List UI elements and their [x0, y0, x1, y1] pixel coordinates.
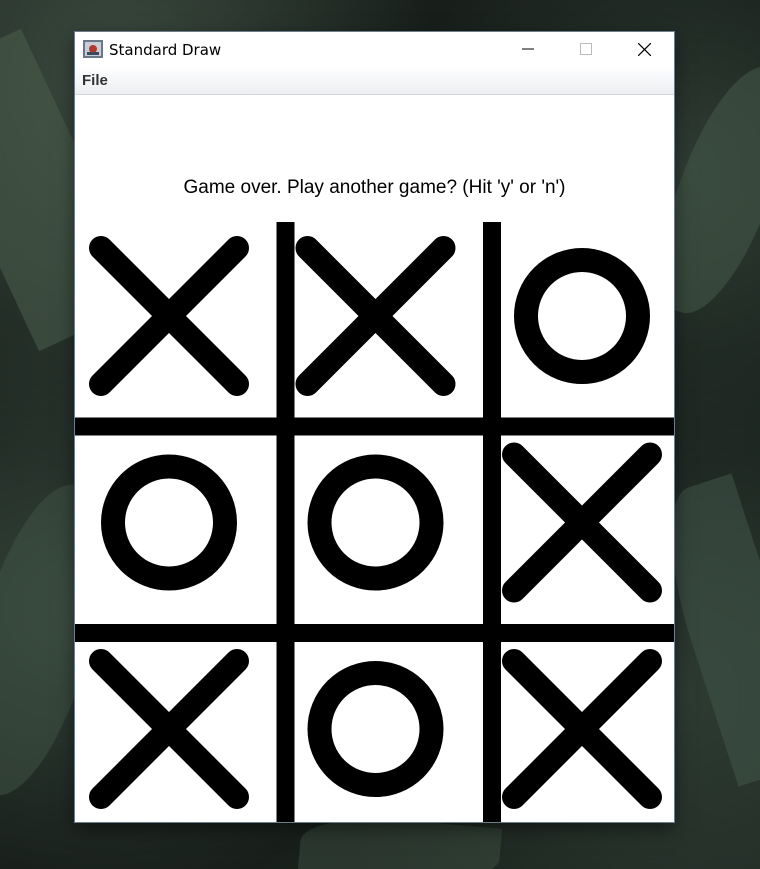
maximize-button[interactable]	[557, 32, 615, 66]
board-cell-0-0[interactable]	[89, 236, 249, 396]
menu-bar: File	[75, 66, 674, 95]
game-status-message: Game over. Play another game? (Hit 'y' o…	[183, 177, 566, 198]
standard-draw-window: Standard Draw File Game over. Play anoth…	[75, 32, 674, 822]
maximize-icon	[580, 43, 592, 55]
close-button[interactable]	[615, 32, 673, 66]
title-bar[interactable]: Standard Draw	[75, 32, 674, 66]
board-cell-1-0[interactable]	[101, 454, 237, 591]
minimize-icon	[522, 48, 534, 50]
board-cell-0-2[interactable]	[514, 248, 650, 384]
java-app-icon	[83, 40, 103, 58]
board-cell-2-1[interactable]	[307, 661, 444, 797]
close-icon	[637, 42, 651, 56]
drawing-canvas[interactable]: Game over. Play another game? (Hit 'y' o…	[75, 95, 674, 822]
minimize-button[interactable]	[499, 32, 557, 66]
o-mark	[514, 248, 650, 384]
board-cell-2-0[interactable]	[89, 649, 249, 809]
o-mark	[101, 454, 237, 591]
board-cell-1-2[interactable]	[502, 442, 662, 603]
grid-line-horizontal	[75, 417, 674, 436]
board-cell-2-2[interactable]	[502, 649, 662, 809]
board-cell-1-1[interactable]	[307, 454, 444, 591]
o-mark	[307, 661, 444, 797]
grid-line-horizontal	[75, 624, 674, 642]
grid-line-vertical	[483, 222, 501, 822]
o-mark	[307, 454, 444, 591]
board-cell-0-1[interactable]	[295, 236, 456, 396]
tic-tac-toe-board[interactable]	[75, 222, 674, 822]
window-title: Standard Draw	[109, 41, 222, 59]
grid-line-vertical	[276, 222, 295, 822]
menu-file[interactable]: File	[82, 72, 108, 89]
